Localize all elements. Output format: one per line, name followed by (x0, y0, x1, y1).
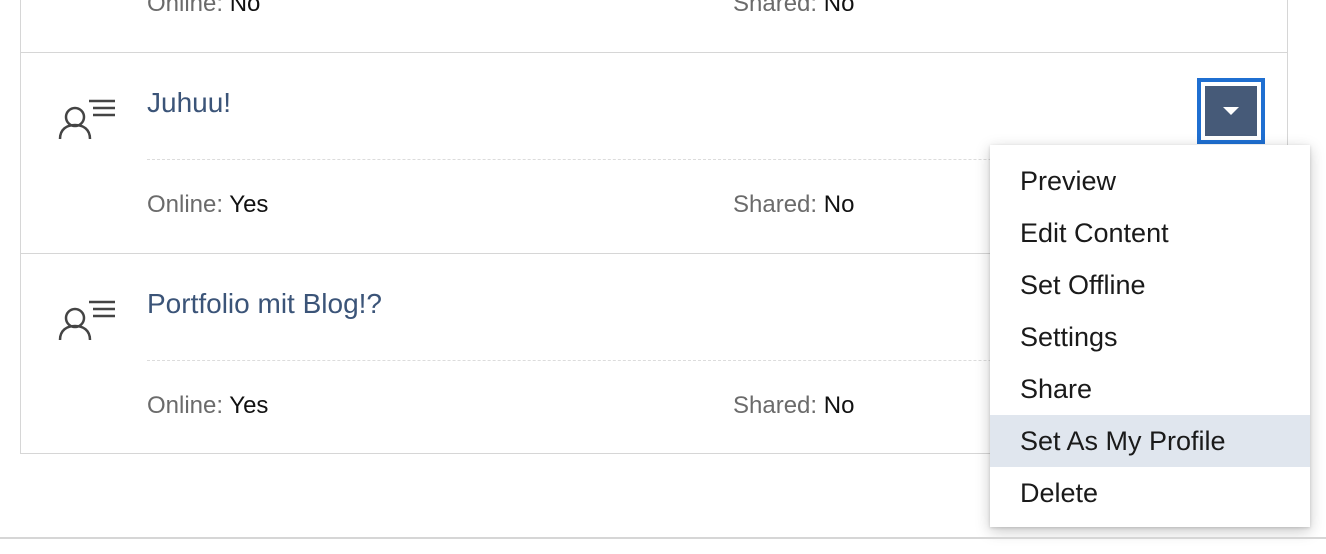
portfolio-list-icon (58, 300, 115, 341)
list-item: Online: No Shared: No (21, 0, 1288, 53)
shared-label: Shared: (733, 0, 818, 17)
online-label: Online: (147, 392, 224, 419)
online-label: Online: (147, 191, 224, 218)
online-status: Online: No (147, 0, 260, 18)
dropdown-button-body (1205, 86, 1257, 136)
portfolio-title[interactable]: Juhuu! (147, 87, 231, 119)
actions-menu: Preview Edit Content Set Offline Setting… (990, 145, 1310, 527)
online-status: Online: Yes (147, 392, 268, 420)
menu-item-set-as-my-profile[interactable]: Set As My Profile (990, 415, 1310, 467)
shared-label: Shared: (733, 191, 818, 218)
portfolio-list-icon (58, 99, 115, 140)
online-value: Yes (229, 191, 269, 218)
menu-item-set-offline[interactable]: Set Offline (990, 259, 1310, 311)
online-label: Online: (147, 0, 224, 17)
online-status: Online: Yes (147, 191, 268, 219)
shared-status: Shared: No (733, 392, 854, 420)
shared-value: No (823, 392, 855, 419)
menu-item-delete[interactable]: Delete (990, 467, 1310, 519)
online-value: No (229, 0, 261, 17)
page: Online: No Shared: No Juhuu! Online: Yes (0, 0, 1326, 554)
shared-value: No (823, 0, 855, 17)
actions-dropdown-button[interactable] (1197, 78, 1265, 144)
menu-item-edit-content[interactable]: Edit Content (990, 207, 1310, 259)
shared-status: Shared: No (733, 0, 854, 18)
portfolio-title[interactable]: Portfolio mit Blog!? (147, 288, 382, 320)
menu-item-share[interactable]: Share (990, 363, 1310, 415)
footer-divider (0, 537, 1326, 539)
menu-item-preview[interactable]: Preview (990, 155, 1310, 207)
caret-down-icon (1223, 107, 1239, 115)
online-value: Yes (229, 392, 269, 419)
menu-item-settings[interactable]: Settings (990, 311, 1310, 363)
shared-label: Shared: (733, 392, 818, 419)
shared-status: Shared: No (733, 191, 854, 219)
shared-value: No (823, 191, 855, 218)
